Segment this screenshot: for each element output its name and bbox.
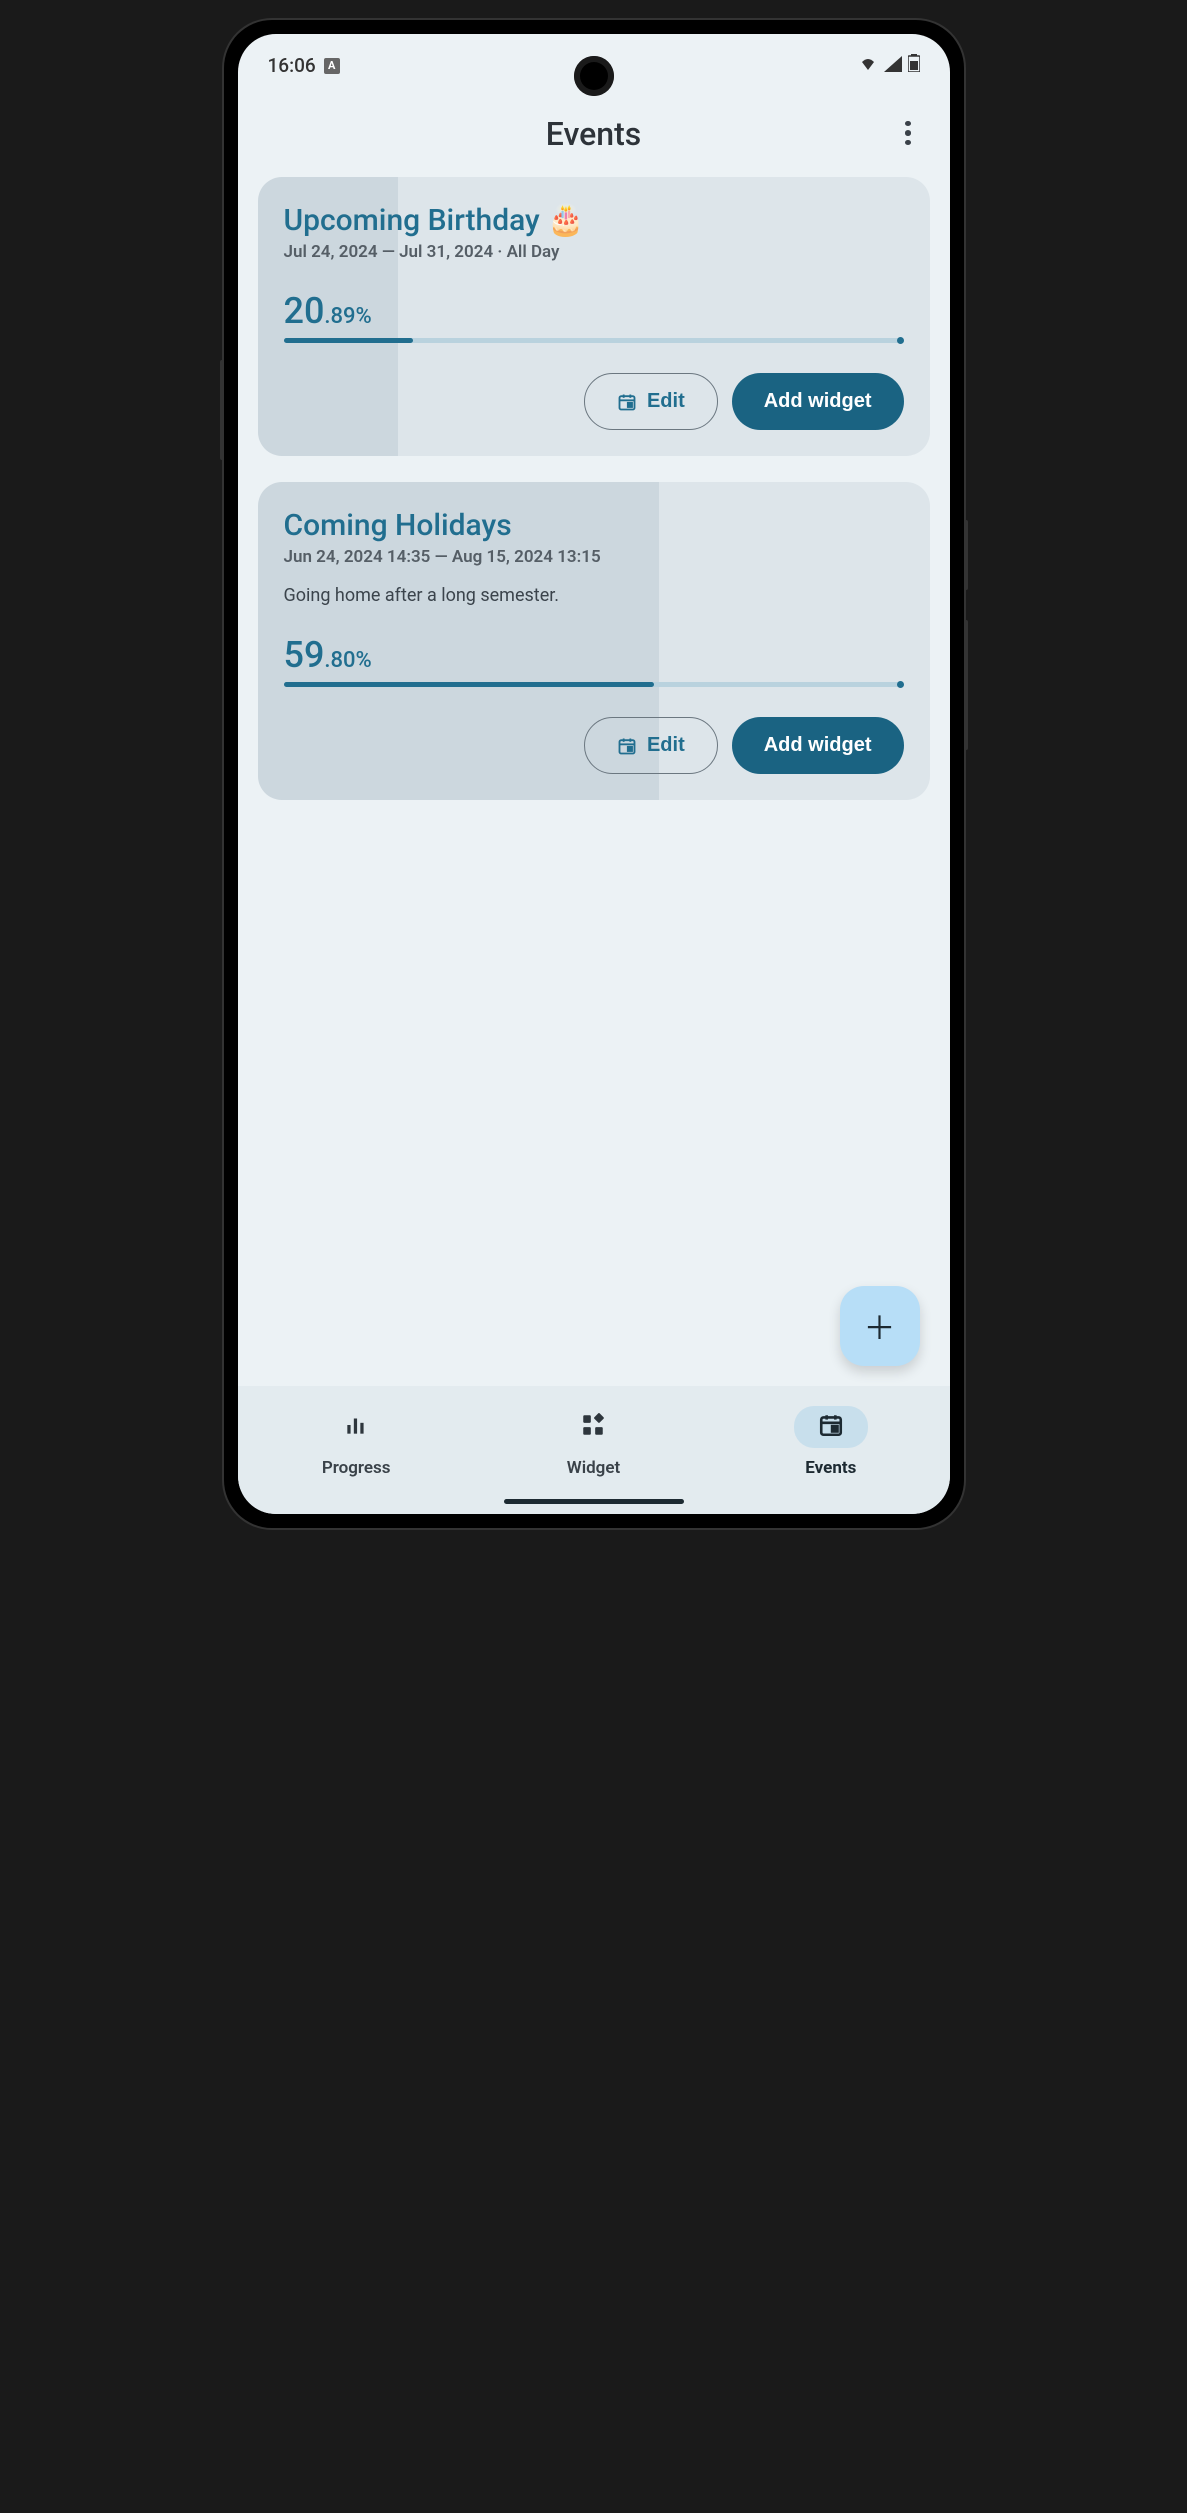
header: Events xyxy=(238,85,950,177)
phone-power-button xyxy=(964,620,968,750)
edit-label: Edit xyxy=(647,390,685,413)
add-widget-button[interactable]: Add widget xyxy=(732,373,904,430)
nav-widget[interactable]: Widget xyxy=(475,1406,712,1478)
progress-fill xyxy=(284,338,414,343)
percent-int: 59 xyxy=(284,634,325,676)
phone-side-button xyxy=(964,520,968,590)
event-description: Going home after a long semester. xyxy=(284,585,904,606)
nav-label: Widget xyxy=(567,1458,620,1478)
event-title: Upcoming Birthday 🎂 xyxy=(284,203,904,238)
battery-icon xyxy=(908,54,920,77)
bar-chart-icon xyxy=(343,1423,369,1442)
edit-label: Edit xyxy=(647,734,685,757)
nav-events[interactable]: Events xyxy=(712,1406,949,1478)
nav-label: Events xyxy=(805,1458,856,1478)
signal-icon xyxy=(884,54,902,77)
phone-volume-button xyxy=(220,360,224,460)
event-percent: 20 .89% xyxy=(284,290,904,332)
add-widget-label: Add widget xyxy=(764,390,872,413)
status-time: 16:06 xyxy=(268,54,316,77)
status-a-icon: A xyxy=(324,58,340,74)
content-area: Upcoming Birthday 🎂 Jul 24, 2024 — Jul 3… xyxy=(238,177,950,1386)
percent-int: 20 xyxy=(284,290,325,332)
add-widget-button[interactable]: Add widget xyxy=(732,717,904,774)
calendar-icon xyxy=(818,1423,844,1442)
progress-bar xyxy=(284,338,904,343)
screen: 16:06 A Events xyxy=(238,34,950,1514)
event-percent: 59 .80% xyxy=(284,634,904,676)
status-right xyxy=(858,54,920,77)
add-event-fab[interactable]: ＋ xyxy=(840,1286,920,1366)
edit-button[interactable]: Edit xyxy=(584,717,718,774)
card-actions: Edit Add widget xyxy=(284,717,904,774)
progress-end-dot xyxy=(897,337,904,344)
home-indicator[interactable] xyxy=(504,1499,684,1504)
wifi-icon xyxy=(858,54,878,77)
plus-icon: ＋ xyxy=(863,1303,895,1349)
add-widget-label: Add widget xyxy=(764,734,872,757)
phone-frame: 16:06 A Events xyxy=(224,20,964,1528)
event-card[interactable]: Upcoming Birthday 🎂 Jul 24, 2024 — Jul 3… xyxy=(258,177,930,456)
more-menu-button[interactable] xyxy=(896,121,920,145)
progress-fill xyxy=(284,682,655,687)
event-title: Coming Holidays xyxy=(284,508,904,543)
progress-bar xyxy=(284,682,904,687)
nav-label: Progress xyxy=(322,1458,391,1478)
percent-frac: .80% xyxy=(324,648,371,673)
edit-button[interactable]: Edit xyxy=(584,373,718,430)
calendar-icon xyxy=(617,736,637,756)
card-actions: Edit Add widget xyxy=(284,373,904,430)
status-left: 16:06 A xyxy=(268,54,340,77)
event-date: Jun 24, 2024 14:35 — Aug 15, 2024 13:15 xyxy=(284,547,904,567)
event-card[interactable]: Coming Holidays Jun 24, 2024 14:35 — Aug… xyxy=(258,482,930,800)
camera-notch xyxy=(574,56,614,96)
bottom-nav: Progress Widget Events xyxy=(238,1386,950,1514)
calendar-icon xyxy=(617,392,637,412)
widget-icon xyxy=(580,1423,606,1442)
progress-end-dot xyxy=(897,681,904,688)
event-date: Jul 24, 2024 — Jul 31, 2024 · All Day xyxy=(284,242,904,262)
nav-progress[interactable]: Progress xyxy=(238,1406,475,1478)
page-title: Events xyxy=(546,115,641,153)
percent-frac: .89% xyxy=(324,304,371,329)
